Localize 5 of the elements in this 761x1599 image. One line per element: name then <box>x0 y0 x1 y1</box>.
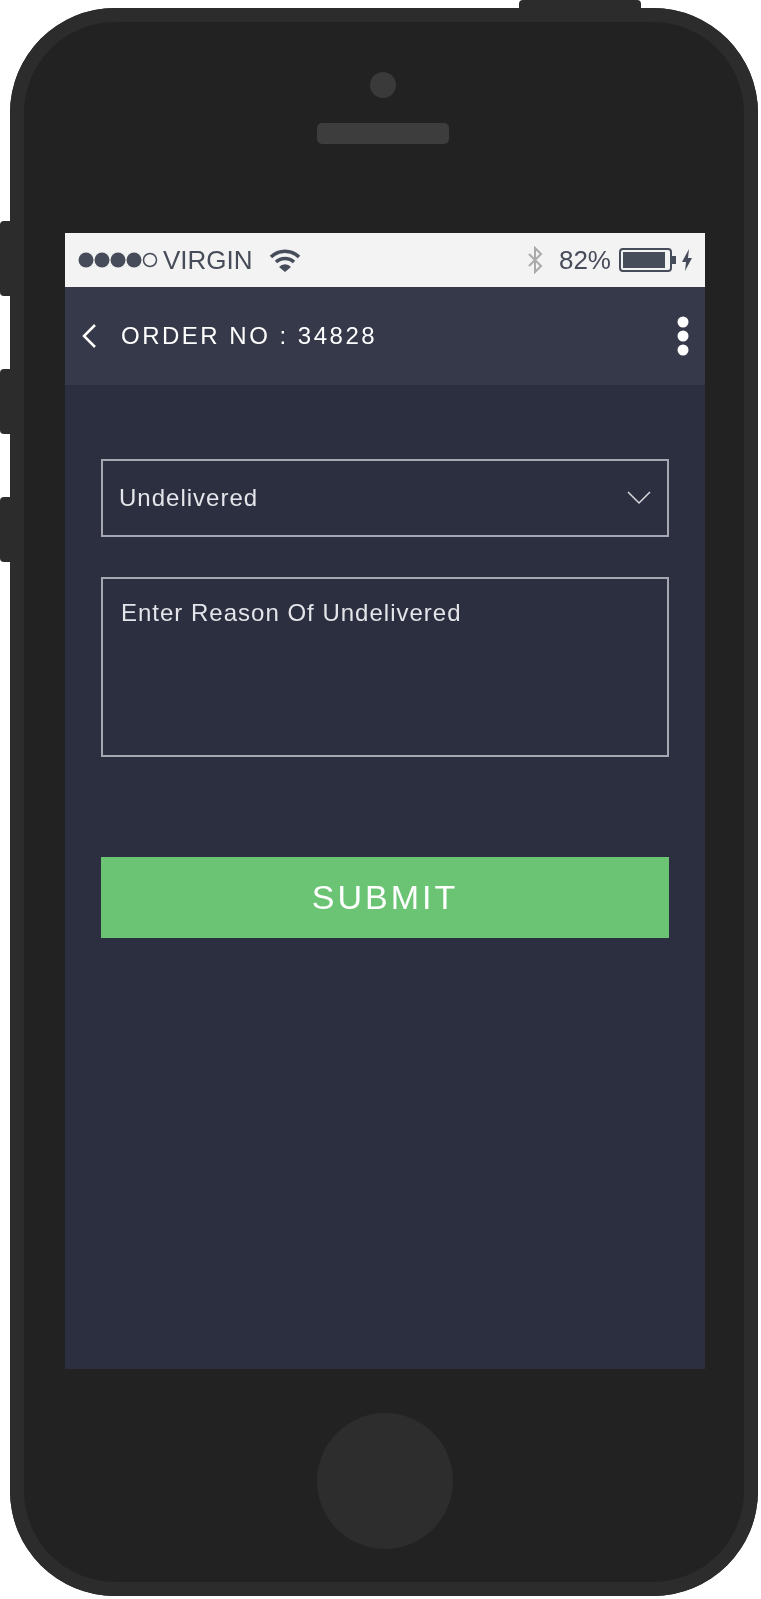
page-title: ORDER NO : 34828 <box>121 321 379 351</box>
status-dropdown[interactable]: Undelivered <box>101 459 669 537</box>
carrier-name: VIRGIN <box>163 243 253 277</box>
reason-field[interactable]: Enter Reason Of Undelivered <box>101 577 669 757</box>
battery-percent: 82% <box>558 243 611 277</box>
